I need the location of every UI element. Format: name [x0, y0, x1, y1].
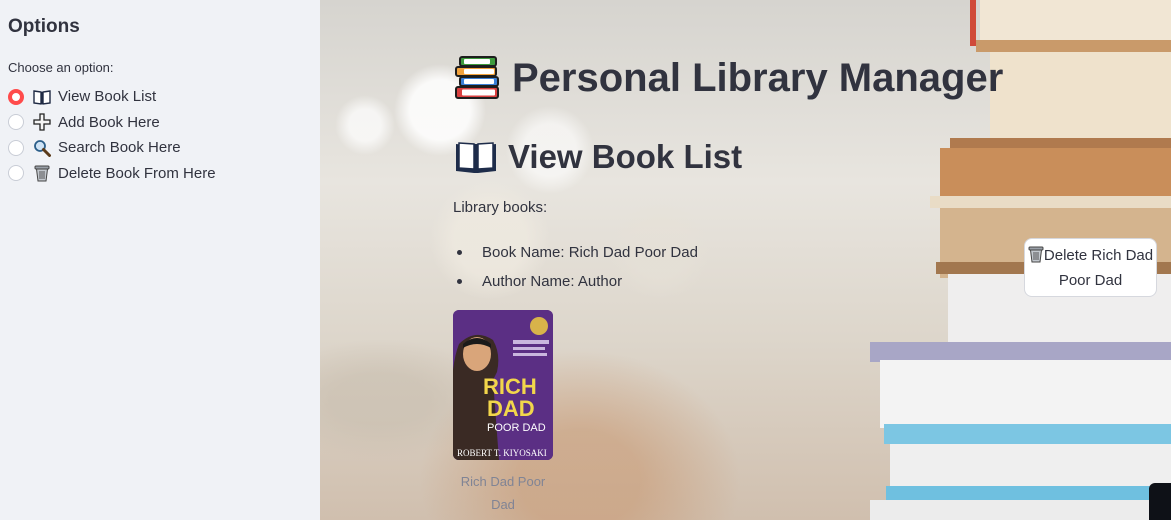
radio-option-label: Add Book Here: [58, 113, 160, 131]
cover-subtitle: POOR DAD: [487, 422, 546, 434]
radio-option-delete-book[interactable]: Delete Book From Here: [8, 161, 216, 187]
page-title-text: Personal Library Manager: [512, 55, 1004, 100]
magnifier-icon: [33, 139, 51, 157]
delete-book-button[interactable]: Delete Rich Dad Poor Dad: [1024, 238, 1157, 297]
book-details-list: Book Name: Rich Dad Poor Dad Author Name…: [453, 243, 698, 301]
main-content: Personal Library Manager View Book List …: [320, 0, 1171, 520]
page-title: Personal Library Manager: [454, 54, 1003, 102]
trash-icon: [33, 164, 51, 182]
section-title-text: View Book List: [508, 138, 743, 175]
section-title: View Book List: [454, 138, 742, 176]
radio-group-label: Choose an option:: [8, 60, 114, 75]
cover-title-line-2: DAD: [487, 396, 535, 421]
trash-icon: [1028, 246, 1044, 263]
library-books-label: Library books:: [453, 199, 548, 216]
radio-button[interactable]: [8, 114, 24, 131]
radio-button[interactable]: [8, 139, 24, 156]
sidebar: Options Choose an option: View Book List…: [0, 0, 320, 520]
radio-option-label: View Book List: [58, 88, 157, 106]
corner-widget[interactable]: [1149, 483, 1171, 520]
author-name-item: Author Name: Author: [453, 272, 698, 301]
stacked-books-icon: [455, 56, 499, 99]
book-open-icon: [33, 88, 51, 106]
sidebar-title: Options: [8, 16, 80, 37]
book-name-item: Book Name: Rich Dad Poor Dad: [453, 243, 698, 272]
radio-option-label: Search Book Here: [58, 139, 181, 157]
book-cover-image: RICH DAD POOR DAD ROBERT T. KIYOSAKI: [453, 310, 553, 460]
delete-book-button-label: Delete Rich Dad Poor Dad: [1043, 247, 1154, 289]
radio-button[interactable]: [8, 165, 24, 182]
radio-option-add-book[interactable]: Add Book Here: [8, 110, 216, 136]
book-open-icon: [456, 142, 496, 173]
radio-option-search-book[interactable]: Search Book Here: [8, 135, 216, 161]
option-radio-group: View Book List Add Book Here Search Book…: [8, 84, 216, 186]
plus-icon: [33, 113, 51, 131]
radio-button-selected[interactable]: [8, 88, 24, 105]
cover-author: ROBERT T. KIYOSAKI: [457, 448, 547, 458]
book-cover-caption: Rich Dad Poor Dad: [460, 474, 546, 512]
radio-option-label: Delete Book From Here: [58, 164, 216, 182]
radio-option-view-book-list[interactable]: View Book List: [8, 84, 216, 110]
